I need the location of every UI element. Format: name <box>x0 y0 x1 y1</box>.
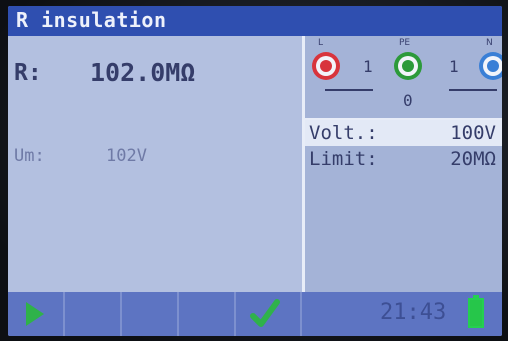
limit-value: 20MΩ <box>450 148 496 170</box>
softkey-2[interactable] <box>65 292 122 336</box>
terminal-pe-count: 0 <box>403 91 413 110</box>
result-panel: R: 102.0MΩ Um: 102V <box>8 36 302 292</box>
volt-label: Volt.: <box>309 122 378 144</box>
terminal-pe-letter: PE <box>399 38 411 48</box>
softkey-3[interactable] <box>122 292 179 336</box>
check-icon <box>250 299 280 327</box>
test-voltage-value: 102V <box>106 146 147 166</box>
terminal-pe-n-count: 1 <box>449 57 459 76</box>
volt-setting-row[interactable]: Volt.: 100V <box>305 120 502 146</box>
clock-time: 21:43 <box>380 300 447 325</box>
terminal-pe-n-line <box>449 89 497 91</box>
softkey-4[interactable] <box>179 292 236 336</box>
terminal-l-pe-count: 1 <box>363 57 373 76</box>
resistance-label: R: <box>14 60 42 86</box>
play-icon <box>26 302 44 326</box>
terminal-l-pe-line <box>325 89 373 91</box>
page-title: R insulation <box>16 8 167 32</box>
terminal-n-letter: N <box>486 38 493 48</box>
confirm-softkey[interactable] <box>236 292 302 336</box>
limit-label: Limit: <box>309 148 378 170</box>
limit-setting-row[interactable]: Limit: 20MΩ <box>305 146 502 172</box>
battery-icon <box>468 298 484 328</box>
terminal-l-letter: L <box>318 38 324 48</box>
terminal-pe-icon <box>394 52 422 80</box>
terminal-l-icon <box>312 52 340 80</box>
volt-value: 100V <box>450 122 496 144</box>
terminal-n-icon <box>479 52 502 80</box>
start-softkey[interactable] <box>8 292 65 336</box>
test-voltage-label: Um: <box>14 146 45 166</box>
softkey-bar: 21:43 <box>8 292 502 336</box>
instrument-screen: R insulation R: 102.0MΩ Um: 102V L PE N … <box>8 6 502 336</box>
resistance-value: 102.0MΩ <box>90 58 196 87</box>
title-bar: R insulation <box>8 6 502 36</box>
